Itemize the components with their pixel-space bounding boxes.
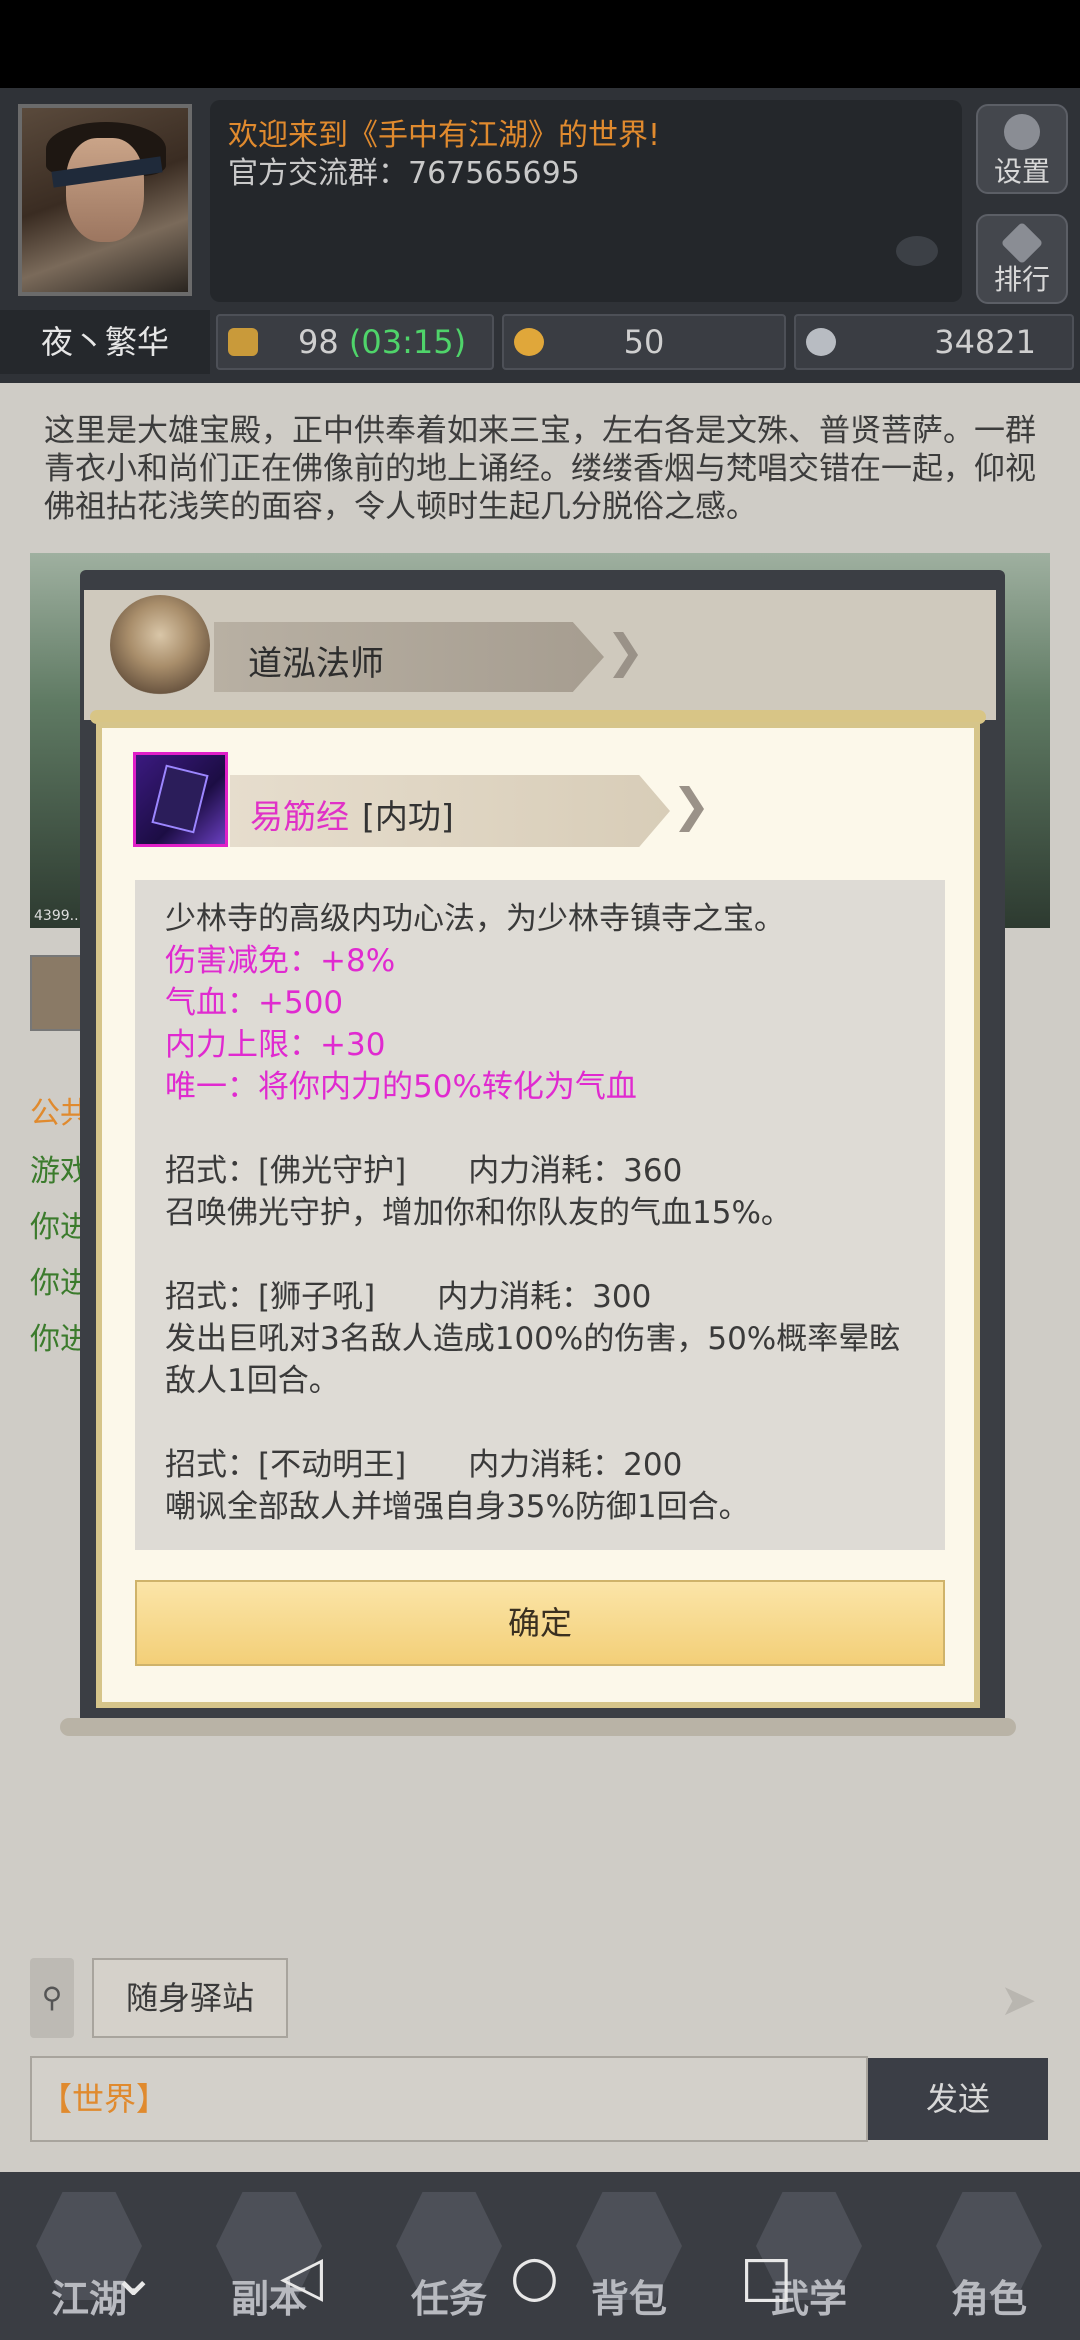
status-bar (0, 0, 1080, 88)
gear-icon (1004, 114, 1040, 150)
chevron-right-icon: ❯ (672, 778, 711, 832)
move-header: 招式：[不动明王] 内力消耗：200 (165, 1447, 683, 1483)
nav-quest[interactable]: 任务 (388, 2188, 510, 2328)
chat-bubble-icon[interactable] (896, 236, 938, 266)
move-desc: 嘲讽全部敌人并增强自身35%防御1回合。 (165, 1489, 750, 1525)
chevron-down-icon[interactable]: ⌄ (110, 2244, 157, 2309)
confirm-button[interactable]: 确定 (135, 1580, 945, 1666)
send-arrow-icon[interactable]: ➤ (1000, 1975, 1037, 2026)
skill-detail-text: 少林寺的高级内功心法，为少林寺镇寺之宝。 伤害减免：+8% 气血：+500 内力… (165, 898, 925, 1528)
stat-hp: 气血：+500 (165, 985, 344, 1021)
recents-icon[interactable]: □ (740, 2244, 793, 2309)
stat-unique: 唯一：将你内力的50%转化为气血 (165, 1069, 637, 1105)
skill-book-icon (133, 752, 228, 847)
move-header: 招式：[佛光守护] 内力消耗：360 (165, 1153, 683, 1189)
skill-type: [内功] (362, 797, 454, 836)
group-text: 官方交流群：767565695 (228, 156, 580, 191)
diamond-icon (1000, 221, 1044, 265)
player-name[interactable]: 夜丶繁华 (0, 310, 210, 374)
watermark: 4399... (34, 908, 83, 924)
npc-name: 道泓法师 (248, 644, 384, 684)
stat-damage-reduction: 伤害减免：+8% (165, 943, 396, 979)
gold-resource[interactable]: 50 (502, 314, 786, 370)
skill-intro: 少林寺的高级内功心法，为少林寺镇寺之宝。 (165, 901, 785, 937)
rank-button[interactable]: 排行 (976, 214, 1068, 304)
energy-resource[interactable]: 98 (03:15) (216, 314, 494, 370)
station-button[interactable]: 随身驿站 (92, 1958, 288, 2038)
nav-character[interactable]: 角色 (928, 2188, 1050, 2328)
move-header: 招式：[狮子吼] 内力消耗：300 (165, 1279, 652, 1315)
stat-mp-cap: 内力上限：+30 (165, 1027, 386, 1063)
nav-bag[interactable]: 背包 (568, 2188, 690, 2328)
chat-input[interactable]: 【世界】 (30, 2056, 868, 2142)
energy-value: 98 (298, 323, 339, 361)
silver-value: 34821 (934, 323, 1036, 361)
player-avatar[interactable] (18, 104, 192, 296)
back-icon[interactable]: ◁ (280, 2244, 323, 2309)
gold-icon (514, 328, 544, 356)
settings-label: 设置 (993, 155, 1050, 188)
channel-label[interactable]: 【世界】 (40, 2080, 168, 2118)
skill-name: 易筋经 (250, 797, 349, 836)
scroll-rod-bottom (60, 1718, 1016, 1736)
silver-icon (806, 328, 836, 356)
settings-button[interactable]: 设置 (976, 104, 1068, 194)
npc-portrait (110, 595, 210, 695)
gold-value: 50 (623, 323, 665, 361)
energy-timer: (03:15) (348, 323, 467, 361)
move-desc: 发出巨吼对3名敌人造成100%的伤害，50%概率晕眩敌人1回合。 (165, 1321, 901, 1399)
search-icon[interactable]: ⚲ (30, 1958, 74, 2038)
rank-label: 排行 (993, 263, 1050, 296)
move-desc: 召唤佛光守护，增加你和你队友的气血15%。 (165, 1195, 792, 1231)
scene-description: 这里是大雄宝殿，正中供奉着如来三宝，左右各是文殊、普贤菩萨。一群青衣小和尚们正在… (44, 413, 1036, 525)
home-icon[interactable]: ○ (510, 2244, 559, 2309)
energy-icon (228, 328, 258, 356)
chevron-right-icon: ❯ (606, 624, 645, 678)
send-button[interactable]: 发送 (868, 2058, 1048, 2140)
silver-resource[interactable]: 34821 (794, 314, 1074, 370)
